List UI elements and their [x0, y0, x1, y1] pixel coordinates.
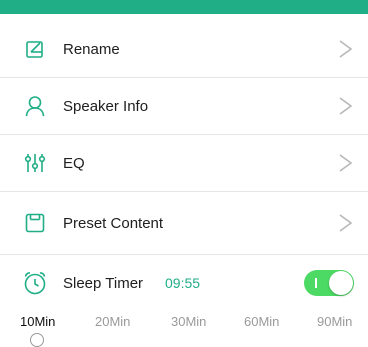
- chevron-right-icon: [339, 97, 353, 115]
- rename-row[interactable]: Rename: [0, 21, 368, 77]
- edit-icon: [24, 38, 46, 60]
- toggle-knob: [329, 271, 353, 295]
- preset-content-row[interactable]: Preset Content: [0, 195, 368, 251]
- equalizer-icon: [24, 152, 46, 174]
- eq-row[interactable]: EQ: [0, 135, 368, 191]
- top-bar: [0, 0, 368, 14]
- speaker-info-row[interactable]: Speaker Info: [0, 78, 368, 134]
- toggle-on-mark: [315, 278, 317, 288]
- timer-option-30[interactable]: 30Min: [171, 314, 206, 329]
- timer-option-10[interactable]: 10Min: [20, 314, 55, 329]
- chevron-right-icon: [339, 154, 353, 172]
- sleep-timer-countdown: 09:55: [165, 275, 201, 291]
- timer-option-90[interactable]: 90Min: [317, 314, 352, 329]
- sleep-timer-label: Sleep Timer: [63, 274, 144, 292]
- speaker-info-label: Speaker Info: [63, 97, 149, 115]
- sleep-timer-toggle[interactable]: [304, 270, 354, 296]
- timer-option-60[interactable]: 60Min: [244, 314, 279, 329]
- sleep-timer-row: Sleep Timer 09:55: [0, 255, 368, 311]
- rename-label: Rename: [63, 40, 120, 58]
- divider: [0, 191, 368, 192]
- sleep-timer-options: 10Min 20Min 30Min 60Min 90Min: [0, 314, 368, 334]
- timer-option-20[interactable]: 20Min: [95, 314, 130, 329]
- alarm-clock-icon: [22, 270, 48, 296]
- chevron-right-icon: [339, 214, 353, 232]
- chevron-right-icon: [339, 40, 353, 58]
- eq-label: EQ: [63, 154, 85, 172]
- preset-icon: [24, 212, 46, 234]
- user-icon: [24, 95, 46, 117]
- slider-thumb[interactable]: [30, 333, 44, 347]
- preset-content-label: Preset Content: [63, 214, 164, 232]
